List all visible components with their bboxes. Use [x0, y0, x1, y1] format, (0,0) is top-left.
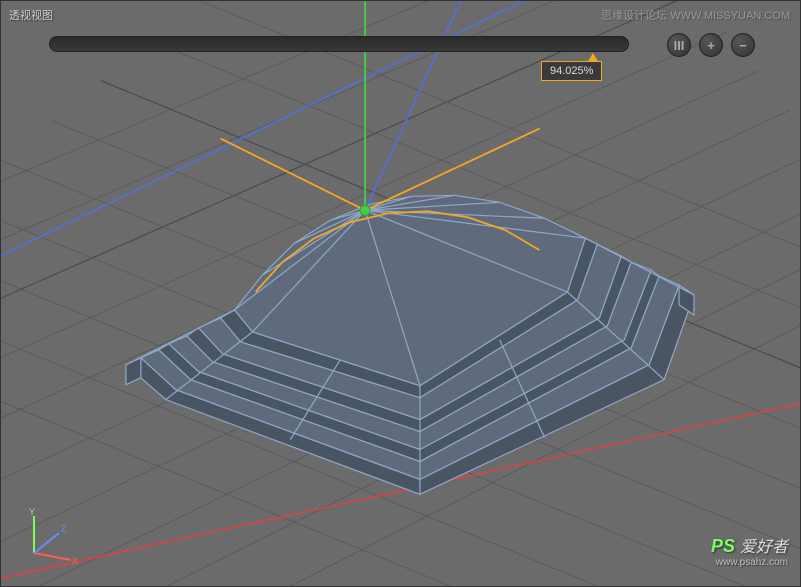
minus-button[interactable]: −	[731, 33, 755, 57]
axis-y-label: Y	[29, 507, 35, 517]
slider-value-readout: 94.025%	[541, 61, 602, 81]
viewport-3d[interactable]	[1, 1, 800, 586]
grid-floor	[1, 1, 800, 586]
pause-button[interactable]: III	[667, 33, 691, 57]
viewport-label: 透视视图	[9, 7, 53, 23]
world-axis-x	[1, 400, 800, 586]
axis-indicator: Y X Z	[19, 508, 79, 568]
slider-track[interactable]	[49, 36, 629, 52]
selected-edge[interactable]	[255, 211, 539, 292]
watermark-bottom: PS 爱好者 www.psahz.com	[711, 533, 788, 568]
watermark-top: 思缘设计论坛 WWW.MISSYUAN.COM	[601, 7, 790, 23]
axis-z-label: Z	[61, 524, 67, 534]
plus-button[interactable]: +	[699, 33, 723, 57]
mesh-object[interactable]	[126, 101, 694, 495]
axis-x-label: X	[72, 556, 78, 566]
progress-slider[interactable]	[49, 34, 629, 54]
